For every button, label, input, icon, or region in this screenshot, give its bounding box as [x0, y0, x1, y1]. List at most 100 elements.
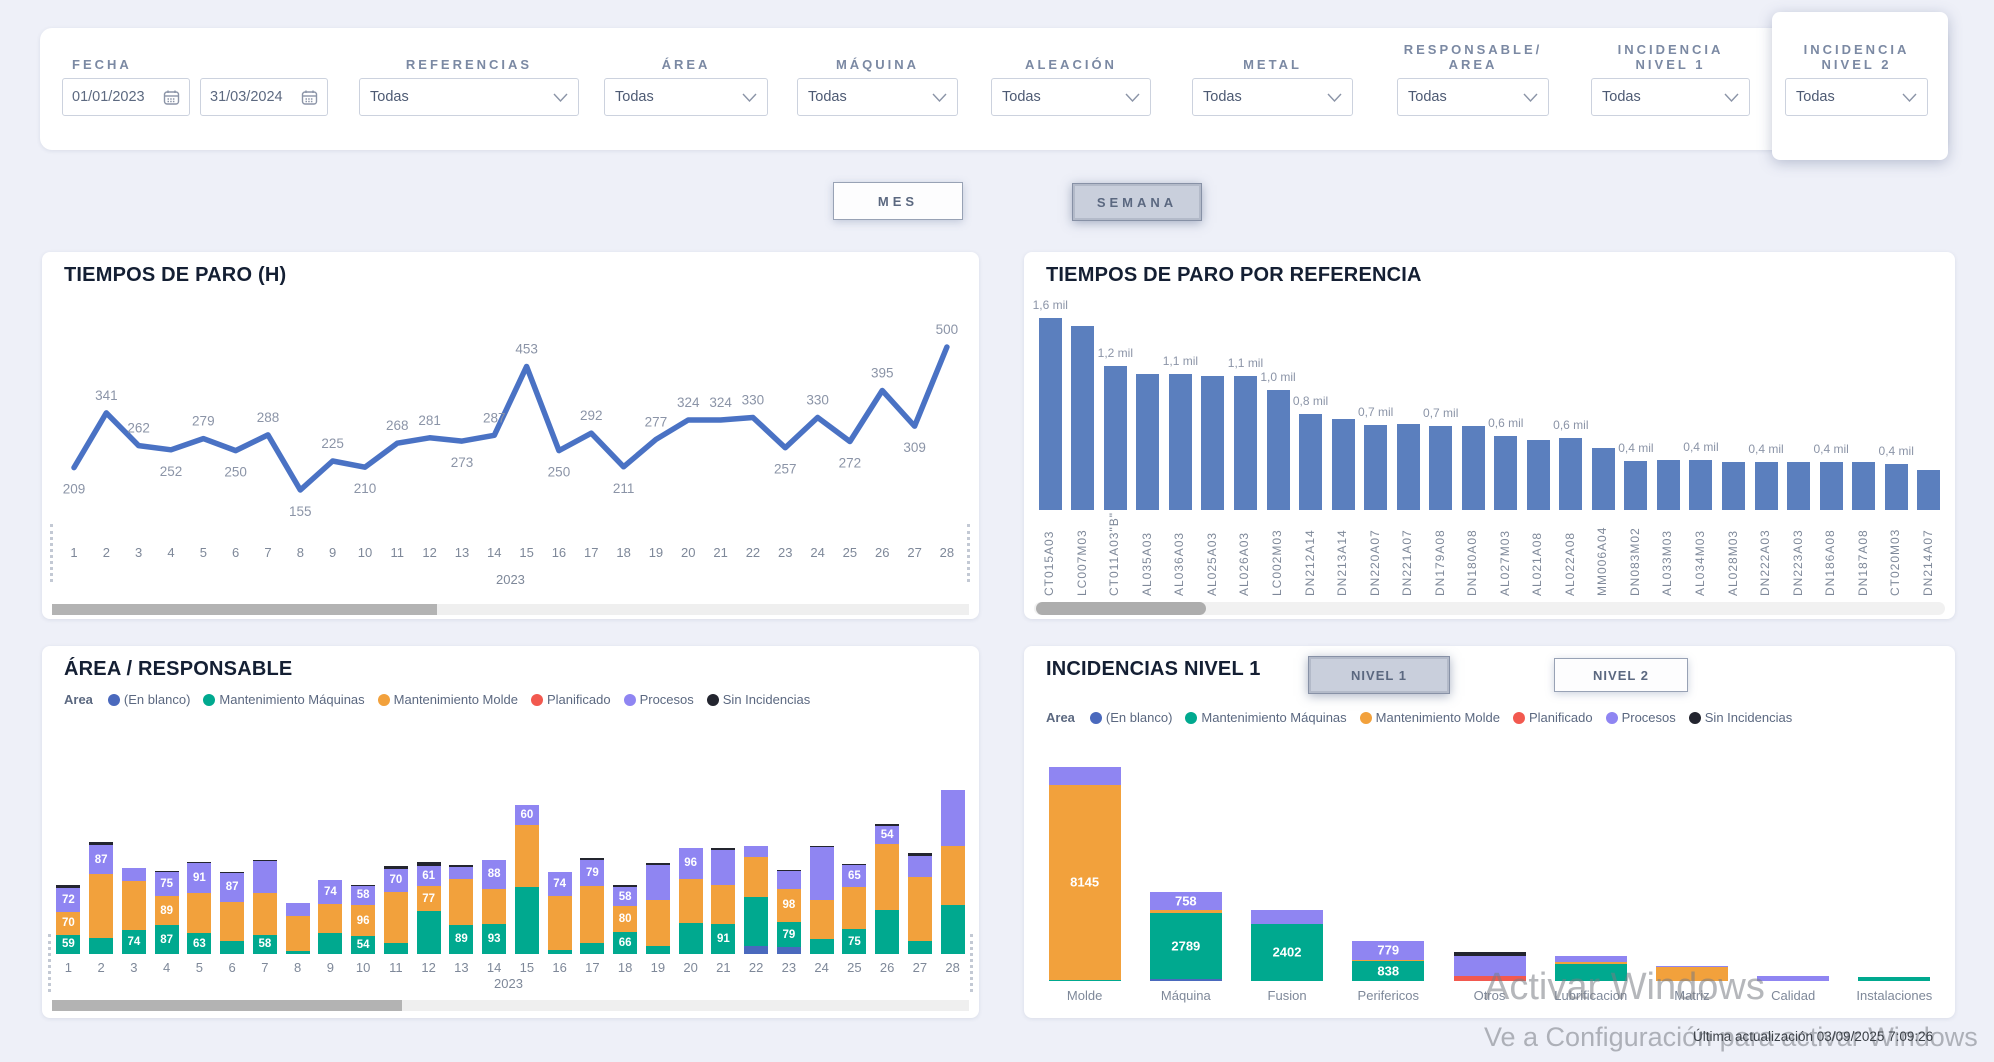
legend-item-mantenimiento-molde[interactable]: Mantenimiento Molde: [378, 692, 518, 707]
segment-p[interactable]: 96: [679, 848, 703, 879]
legend-item-procesos[interactable]: Procesos: [1606, 710, 1676, 725]
h-scrollbar-track[interactable]: [1034, 602, 1945, 615]
ref-bar-DN222A03[interactable]: 0,4 mil: [1755, 462, 1778, 510]
segment-p[interactable]: 65: [842, 865, 866, 886]
segment-t[interactable]: [318, 933, 342, 954]
segment-k[interactable]: [777, 870, 801, 872]
segment-o[interactable]: [908, 877, 932, 941]
date-from-input[interactable]: 01/01/2023: [62, 78, 190, 116]
segment-o[interactable]: [318, 904, 342, 932]
stacked-bar-11[interactable]: 70: [384, 866, 408, 954]
segment-o[interactable]: [515, 825, 539, 887]
h-scrollbar-thumb[interactable]: [52, 604, 437, 615]
nivel1-button[interactable]: NIVEL 1: [1308, 656, 1450, 694]
ref-bar-AL035A03[interactable]: [1136, 374, 1159, 510]
segment-t[interactable]: 54: [351, 936, 375, 954]
stacked-bar-6[interactable]: 87: [220, 872, 244, 954]
segment-k[interactable]: [875, 824, 899, 826]
filter-dropdown-0[interactable]: Todas: [359, 78, 579, 116]
ref-bar-AL022A08[interactable]: 0,6 mil: [1559, 438, 1582, 510]
ref-bar-CT020M03[interactable]: 0,4 mil: [1885, 464, 1908, 510]
segment-p[interactable]: [777, 871, 801, 889]
segment-t[interactable]: 59: [56, 935, 80, 954]
stacked-bar-26[interactable]: 54: [875, 824, 899, 954]
filter-dropdown-1[interactable]: Todas: [604, 78, 768, 116]
stacked-bar-20[interactable]: 96: [679, 848, 703, 954]
segment-o[interactable]: 96: [351, 905, 375, 936]
range-handle-right[interactable]: [967, 524, 970, 582]
segment-k[interactable]: [711, 848, 735, 851]
stacked-bar-Molde[interactable]: 8145: [1049, 767, 1121, 981]
h-scrollbar-track[interactable]: [52, 604, 969, 615]
segment-o[interactable]: 98: [777, 889, 801, 921]
legend-item-planificado[interactable]: Planificado: [1513, 710, 1593, 725]
segment-p[interactable]: [286, 903, 310, 916]
stacked-bar-Perifericos[interactable]: 838779: [1352, 941, 1424, 981]
segment-p[interactable]: 779: [1352, 941, 1424, 960]
segment-k[interactable]: [351, 885, 375, 886]
stacked-bar-15[interactable]: 60: [515, 805, 539, 954]
stacked-bar-5[interactable]: 6391: [187, 862, 211, 954]
segment-t[interactable]: 58: [253, 935, 277, 954]
ref-bar-AL028M03[interactable]: [1722, 462, 1745, 510]
stacked-bar-canvas[interactable]: 5970728774878975639187587454965870776189…: [52, 746, 969, 954]
segment-o[interactable]: [220, 902, 244, 941]
stacked-bar-Máquina[interactable]: 2789 758: [1150, 892, 1222, 981]
stacked-bar-18[interactable]: 668058: [613, 885, 637, 954]
segment-t[interactable]: [1049, 980, 1121, 981]
segment-k[interactable]: [253, 860, 277, 862]
segment-t[interactable]: 75: [842, 929, 866, 954]
segment-t[interactable]: [1858, 977, 1930, 981]
segment-b[interactable]: [777, 947, 801, 954]
segment-t[interactable]: [548, 950, 572, 954]
segment-o[interactable]: [89, 874, 113, 938]
segment-k[interactable]: [384, 866, 408, 869]
filter-dropdown-7[interactable]: Todas: [1785, 78, 1928, 116]
stacked-bar-23[interactable]: 7998: [777, 870, 801, 954]
ref-bar-AL034M03[interactable]: 0,4 mil: [1689, 460, 1712, 510]
segment-b[interactable]: [1150, 979, 1222, 981]
ref-bar-DN212A14[interactable]: 0,8 mil: [1299, 414, 1322, 510]
segment-p[interactable]: [941, 790, 965, 846]
legend-item-mantenimiento-m-quinas[interactable]: Mantenimiento Máquinas: [203, 692, 364, 707]
segment-p[interactable]: 54: [875, 826, 899, 844]
segment-k[interactable]: [417, 862, 441, 866]
stacked-bar-25[interactable]: 75 65: [842, 864, 866, 954]
segment-p[interactable]: [449, 867, 473, 878]
stacked-bar-16[interactable]: 74: [548, 872, 572, 954]
stacked-bar-7[interactable]: 58: [253, 860, 277, 954]
stacked-bar-24[interactable]: [810, 846, 834, 954]
segment-k[interactable]: [449, 865, 473, 868]
segment-p[interactable]: [908, 856, 932, 877]
segment-t[interactable]: 63: [187, 933, 211, 954]
segment-t[interactable]: 91: [711, 924, 735, 954]
segment-p[interactable]: [1757, 976, 1829, 981]
line-chart-canvas[interactable]: 2091341226232524279525062887155822592101…: [50, 312, 971, 642]
segment-p[interactable]: 75: [155, 872, 179, 897]
segment-o[interactable]: 77: [417, 886, 441, 911]
segment-o[interactable]: [1555, 962, 1627, 965]
segment-p[interactable]: 88: [482, 860, 506, 889]
ref-bar-DN213A14[interactable]: [1332, 419, 1355, 510]
segment-o[interactable]: [679, 879, 703, 923]
segment-p[interactable]: 74: [318, 880, 342, 904]
segment-t[interactable]: [941, 905, 965, 954]
h-scrollbar-thumb[interactable]: [52, 1000, 402, 1011]
segment-p[interactable]: 58: [351, 886, 375, 905]
segment-p[interactable]: [1049, 767, 1121, 785]
stacked-bar-17[interactable]: 79: [580, 858, 604, 954]
segment-t[interactable]: 838: [1352, 961, 1424, 981]
segment-o[interactable]: [384, 892, 408, 943]
segment-t[interactable]: [515, 887, 539, 954]
segment-p[interactable]: 74: [548, 872, 572, 896]
stacked-bar-2[interactable]: 87: [89, 842, 113, 954]
legend-item-sin-incidencias[interactable]: Sin Incidencias: [1689, 710, 1792, 725]
segment-t[interactable]: [679, 923, 703, 954]
segment-o[interactable]: 70: [56, 912, 80, 935]
ref-bar-AL027M03[interactable]: 0,6 mil: [1494, 436, 1517, 510]
segment-p[interactable]: 758: [1150, 892, 1222, 910]
bar-chart-canvas[interactable]: 1,6 mil1,2 mil1,1 mil1,1 mil1,0 mil0,8 m…: [1034, 302, 1945, 510]
segment-t[interactable]: 2789: [1150, 913, 1222, 980]
segment-t[interactable]: 66: [613, 932, 637, 954]
stacked-bar-3[interactable]: 74: [122, 868, 146, 954]
